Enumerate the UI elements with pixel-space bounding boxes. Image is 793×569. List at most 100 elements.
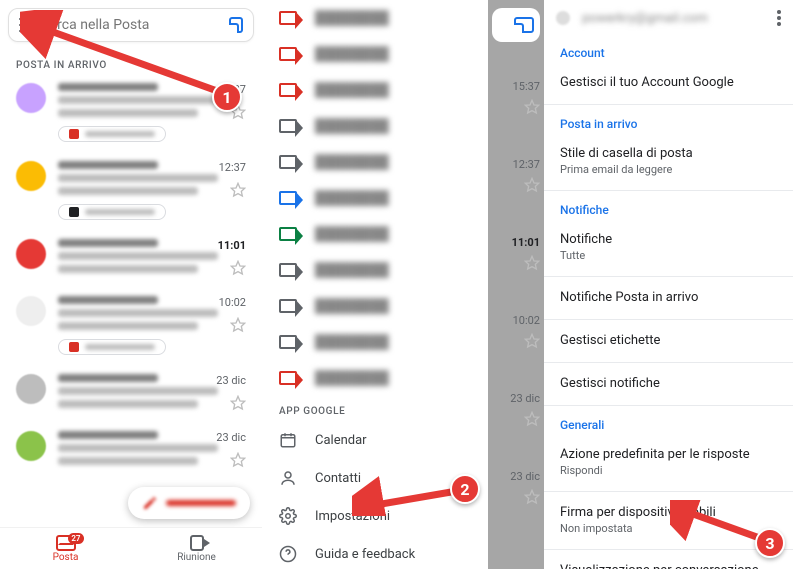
attachment-chip[interactable] <box>58 204 166 220</box>
setting-manage-labels[interactable]: Gestisci etichette <box>544 322 793 360</box>
sender-avatar <box>16 83 46 113</box>
drawer-label-item[interactable]: ████████ <box>263 108 488 144</box>
cast-icon[interactable] <box>229 17 243 33</box>
label-name: ████████ <box>315 118 389 134</box>
label-name: ████████ <box>315 190 389 206</box>
drawer-help[interactable]: Guida e feedback <box>263 535 488 569</box>
label-icon <box>279 83 297 97</box>
label-icon <box>279 155 297 169</box>
setting-manage-account[interactable]: Gestisci il tuo Account Google <box>544 64 793 102</box>
drawer-label-item[interactable]: ████████ <box>263 0 488 36</box>
star-icon[interactable] <box>524 99 540 115</box>
star-icon[interactable] <box>230 182 246 198</box>
sender-avatar <box>16 374 46 404</box>
setting-inbox-style[interactable]: Stile di casella di posta Prima email da… <box>544 135 793 188</box>
drawer-settings[interactable]: Impostazioni <box>263 497 488 535</box>
label-icon <box>279 335 297 349</box>
label-icon <box>279 371 297 385</box>
email-time: 12:37 <box>219 161 246 221</box>
email-time: 15:37 <box>219 83 246 143</box>
drawer-calendar[interactable]: Calendar <box>263 421 488 459</box>
account-email: powerkry@gmail.com <box>582 11 765 26</box>
drawer-label-item[interactable]: ████████ <box>263 360 488 396</box>
email-item[interactable]: 23 dic <box>0 423 262 480</box>
email-time: 23 dic <box>216 431 246 470</box>
setting-inbox-notifications[interactable]: Notifiche Posta in arrivo <box>544 279 793 317</box>
email-item[interactable]: 15:37 <box>0 75 262 153</box>
setting-default-reply[interactable]: Azione predefinita per le risposte Rispo… <box>544 436 793 489</box>
section-notifications: Notifiche <box>544 193 793 221</box>
pencil-icon <box>142 495 158 511</box>
compose-fab[interactable] <box>128 487 250 519</box>
search-input[interactable] <box>41 17 219 33</box>
label-icon <box>279 119 297 133</box>
drawer-label-item[interactable]: ████████ <box>263 216 488 252</box>
label-name: ████████ <box>315 262 389 278</box>
drawer-help-label: Guida e feedback <box>315 547 415 562</box>
mail-icon: 27 <box>56 535 76 551</box>
nav-mail[interactable]: 27 Posta <box>0 528 131 569</box>
section-account: Account <box>544 36 793 64</box>
label-icon <box>279 263 297 277</box>
settings-account-header[interactable]: powerkry@gmail.com <box>544 0 793 36</box>
drawer-label-item[interactable]: ████████ <box>263 144 488 180</box>
avatar-icon <box>556 11 570 25</box>
drawer-calendar-label: Calendar <box>315 433 367 448</box>
drawer-label-item[interactable]: ████████ <box>263 72 488 108</box>
sender-avatar <box>16 431 46 461</box>
sender-avatar <box>16 296 46 326</box>
star-icon[interactable] <box>230 395 246 411</box>
label-name: ████████ <box>315 298 389 314</box>
email-item[interactable]: 12:37 <box>0 153 262 231</box>
hamburger-menu-icon[interactable] <box>19 18 31 32</box>
inbox-section-label: POSTA IN ARRIVO <box>0 50 262 75</box>
search-bar[interactable] <box>8 8 254 42</box>
email-time: 23 dic <box>216 374 246 413</box>
sender-avatar <box>16 239 46 269</box>
drawer-label-item[interactable]: ████████ <box>263 288 488 324</box>
label-icon <box>279 227 297 241</box>
star-icon[interactable] <box>524 255 540 271</box>
sender-avatar <box>16 161 46 191</box>
drawer-label-item[interactable]: ████████ <box>263 36 488 72</box>
setting-manage-notifications[interactable]: Gestisci notifiche <box>544 365 793 403</box>
label-name: ████████ <box>315 226 389 242</box>
star-icon[interactable] <box>230 317 246 333</box>
drawer-label-item[interactable]: ████████ <box>263 324 488 360</box>
star-icon[interactable] <box>524 177 540 193</box>
section-general: Generali <box>544 408 793 436</box>
setting-conversation-view[interactable]: Visualizzazione per conversazione <box>544 552 793 569</box>
attachment-chip[interactable] <box>58 339 166 355</box>
label-name: ████████ <box>315 10 389 26</box>
email-item[interactable]: 10:02 <box>0 288 262 366</box>
setting-mobile-signature[interactable]: Firma per dispositivi mobili Non imposta… <box>544 494 793 547</box>
setting-notifications[interactable]: Notifiche Tutte <box>544 221 793 274</box>
drawer-label-item[interactable]: ████████ <box>263 252 488 288</box>
bottom-nav: 27 Posta Riunione <box>0 527 262 569</box>
label-icon <box>279 191 297 205</box>
attachment-chip[interactable] <box>58 126 166 142</box>
email-item[interactable]: 11:01 <box>0 231 262 288</box>
kebab-menu-icon[interactable] <box>777 10 781 26</box>
label-icon <box>279 11 297 25</box>
drawer-label-item[interactable]: ████████ <box>263 180 488 216</box>
star-icon[interactable] <box>524 411 540 427</box>
calendar-icon <box>279 431 297 449</box>
nav-meet[interactable]: Riunione <box>131 528 262 569</box>
star-icon[interactable] <box>524 333 540 349</box>
star-icon[interactable] <box>230 104 246 120</box>
drawer-contacts[interactable]: Contatti <box>263 459 488 497</box>
nav-mail-label: Posta <box>53 552 79 563</box>
label-name: ████████ <box>315 370 389 386</box>
contacts-icon <box>279 469 297 487</box>
star-icon[interactable] <box>230 260 246 276</box>
label-name: ████████ <box>315 154 389 170</box>
gear-icon <box>279 507 297 525</box>
star-icon[interactable] <box>524 489 540 505</box>
unread-badge: 27 <box>68 533 83 544</box>
drawer-settings-label: Impostazioni <box>315 509 390 524</box>
star-icon[interactable] <box>230 452 246 468</box>
video-icon <box>190 535 204 551</box>
email-item[interactable]: 23 dic <box>0 366 262 423</box>
apps-google-label: APP GOOGLE <box>263 396 488 421</box>
